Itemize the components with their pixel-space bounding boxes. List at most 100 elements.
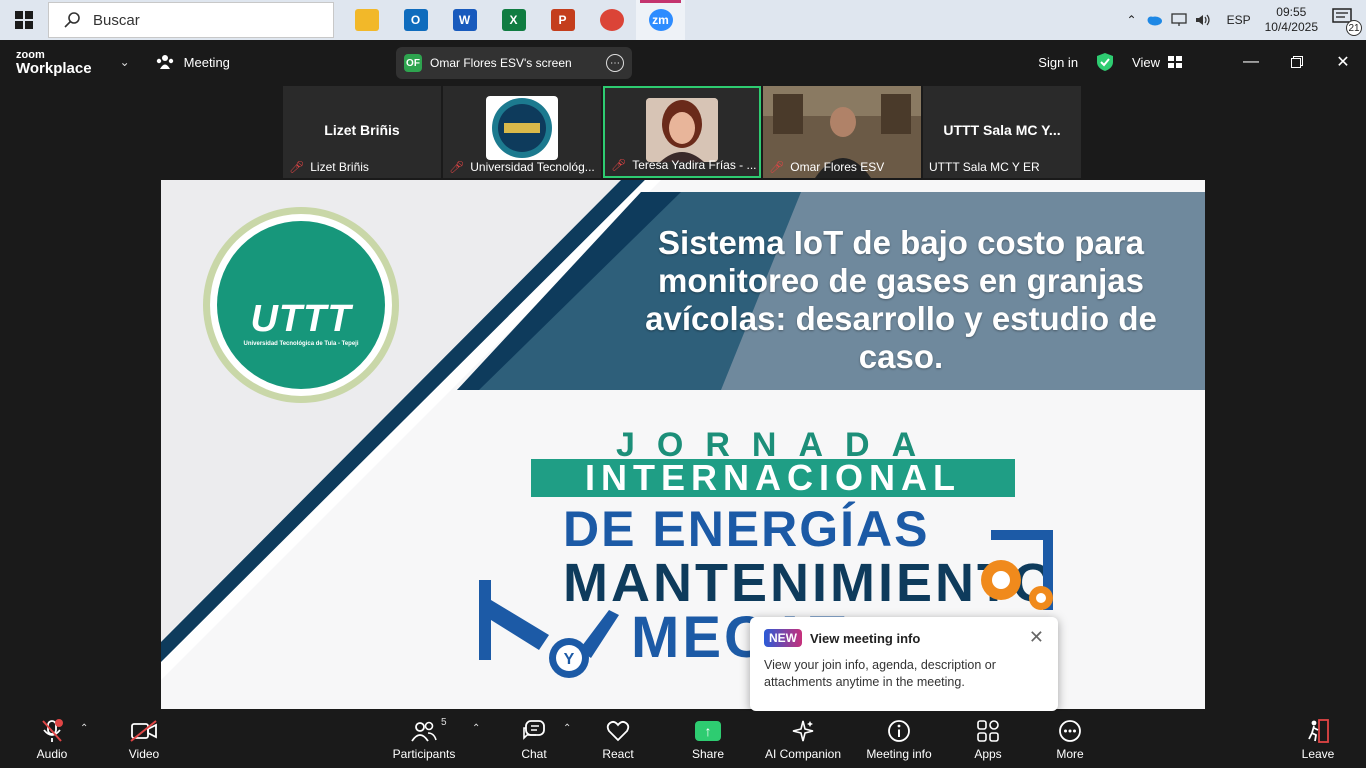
participants-button[interactable]: 5 Participants: [390, 711, 458, 768]
sign-in-link[interactable]: Sign in: [1038, 55, 1078, 70]
restore-button[interactable]: [1274, 40, 1320, 84]
taskbar-app-button[interactable]: [342, 0, 391, 40]
muted-microphone-icon: [41, 718, 63, 743]
robot-arm-graphic: [981, 530, 1053, 610]
restore-icon: [1291, 56, 1303, 68]
popup-body: View your join info, agenda, description…: [764, 658, 996, 689]
volume-icon[interactable]: [1195, 13, 1211, 27]
onedrive-cloud-icon[interactable]: [1145, 14, 1163, 26]
participant-name-label: UTTT Sala MC Y ER: [929, 160, 1040, 174]
chevron-down-icon[interactable]: ⌄: [120, 55, 130, 69]
taskbar-app-button[interactable]: P: [538, 0, 587, 40]
taskbar-app-button[interactable]: W: [440, 0, 489, 40]
participant-strip: Lizet Briñis 🎤︎ Lizet Briñis 🎤︎ Universi…: [283, 86, 1083, 178]
header-right-controls: Sign in View — ✕: [1038, 40, 1366, 84]
taskbar-app-button[interactable]: [587, 0, 636, 40]
taskbar-app-button[interactable]: zm: [636, 0, 685, 40]
more-label: More: [1056, 746, 1084, 761]
audio-label: Audio: [36, 746, 68, 761]
participant-name-label: 🎤︎ Omar Flores ESV: [769, 160, 884, 174]
participants-icon: 5: [411, 717, 447, 743]
chevron-up-icon[interactable]: ⌃: [1127, 13, 1137, 27]
share-screen-icon: ↑: [695, 719, 721, 743]
meeting-info-popup: NEW View meeting info ✕ View your join i…: [750, 617, 1058, 711]
participant-big-name: Lizet Briñis: [324, 122, 400, 138]
encryption-shield-icon[interactable]: [1096, 52, 1114, 72]
video-button[interactable]: Video: [124, 711, 164, 768]
participant-tile[interactable]: 🎤︎ Omar Flores ESV: [763, 86, 921, 178]
leave-meeting-button[interactable]: Leave: [1298, 711, 1338, 768]
ai-companion-button[interactable]: AI Companion: [762, 711, 844, 768]
taskbar-app-button[interactable]: X: [489, 0, 538, 40]
audio-button[interactable]: Audio: [32, 711, 72, 768]
taskbar-search-box[interactable]: Buscar: [48, 2, 334, 38]
video-off-icon: [130, 719, 158, 743]
share-screen-button[interactable]: ↑ Share: [688, 711, 728, 768]
view-button[interactable]: View: [1132, 55, 1182, 70]
apps-label: Apps: [974, 746, 1002, 761]
network-icon[interactable]: [1170, 13, 1187, 27]
slide-internacional-banner: INTERNACIONAL: [531, 459, 1015, 497]
muted-mic-icon: 🎤︎: [449, 160, 465, 174]
participant-name: Universidad Tecnológ...: [470, 160, 595, 174]
participant-photo: [646, 98, 718, 162]
participant-name-label: 🎤︎ Universidad Tecnológ...: [449, 160, 595, 174]
react-button[interactable]: React: [598, 711, 638, 768]
meeting-label: Meeting: [183, 54, 230, 70]
meeting-info-label: Meeting info: [866, 746, 932, 761]
university-logo-video: [486, 96, 558, 160]
more-options-icon[interactable]: ⋯: [606, 54, 624, 72]
meeting-menu-button[interactable]: Meeting: [156, 54, 230, 70]
participant-tile[interactable]: 🎤︎ Universidad Tecnológ...: [443, 86, 601, 178]
more-button[interactable]: More: [1050, 711, 1090, 768]
new-badge: NEW: [764, 629, 802, 647]
windows-start-button[interactable]: [0, 0, 48, 40]
video-label: Video: [128, 746, 160, 761]
clock[interactable]: 09:55 10/4/2025: [1265, 5, 1318, 35]
close-icon[interactable]: ✕: [1029, 627, 1044, 648]
meeting-info-button[interactable]: Meeting info: [862, 711, 936, 768]
sharer-initials: OF: [404, 54, 422, 72]
chat-options-caret-icon[interactable]: ⌃: [563, 723, 571, 734]
shared-screen-label: Omar Flores ESV's screen: [430, 56, 572, 70]
zoom-workplace-logo: zoom Workplace: [16, 48, 92, 76]
search-icon: [64, 12, 80, 28]
participant-name: Lizet Briñis: [310, 160, 369, 174]
participants-count: 5: [441, 716, 447, 728]
search-placeholder: Buscar: [93, 11, 140, 29]
close-window-button[interactable]: ✕: [1320, 40, 1366, 84]
svg-text:Y: Y: [564, 651, 575, 668]
more-dots-icon: [1058, 719, 1082, 743]
chat-label: Chat: [521, 746, 547, 761]
notification-count-badge: 21: [1346, 20, 1362, 36]
popup-header: NEW View meeting info: [764, 629, 1044, 647]
taskbar-app-button[interactable]: O: [391, 0, 440, 40]
audio-options-caret-icon[interactable]: ⌃: [80, 723, 88, 734]
windows-logo-icon: [15, 11, 33, 29]
participant-tile[interactable]: UTTT Sala MC Y... UTTT Sala MC Y ER: [923, 86, 1081, 178]
shared-screen-indicator[interactable]: OF Omar Flores ESV's screen ⋯: [396, 47, 632, 79]
share-label: Share: [691, 746, 725, 761]
uttt-logo-text: UTTT: [250, 298, 352, 340]
participant-tile-active-speaker[interactable]: 🎤︎ Teresa Yadira Frías - ...: [603, 86, 761, 178]
word-icon: W: [452, 9, 477, 31]
powerpoint-icon: P: [550, 9, 575, 31]
ai-companion-label: AI Companion: [764, 746, 842, 761]
ai-sparkle-icon: [791, 719, 815, 743]
notification-center-button[interactable]: 21: [1332, 8, 1362, 36]
leave-door-icon: [1306, 718, 1330, 743]
meeting-toolbar: Audio ⌃ Video 5 Participants ⌃ Chat ⌃ Re…: [0, 711, 1366, 768]
apps-icon: [976, 719, 1000, 743]
muted-mic-icon: 🎤︎: [611, 158, 627, 172]
participant-tile[interactable]: Lizet Briñis 🎤︎ Lizet Briñis: [283, 86, 441, 178]
pinned-apps: O W X Pzm: [342, 0, 685, 40]
participants-options-caret-icon[interactable]: ⌃: [472, 723, 480, 734]
view-label: View: [1132, 54, 1160, 70]
apps-button[interactable]: Apps: [968, 711, 1008, 768]
participant-name: Omar Flores ESV: [790, 160, 885, 174]
minimize-button[interactable]: —: [1228, 40, 1274, 84]
language-indicator[interactable]: ESP: [1227, 13, 1251, 27]
chat-button[interactable]: Chat: [514, 711, 554, 768]
info-icon: [887, 719, 911, 743]
person-photo-image: [646, 98, 718, 162]
